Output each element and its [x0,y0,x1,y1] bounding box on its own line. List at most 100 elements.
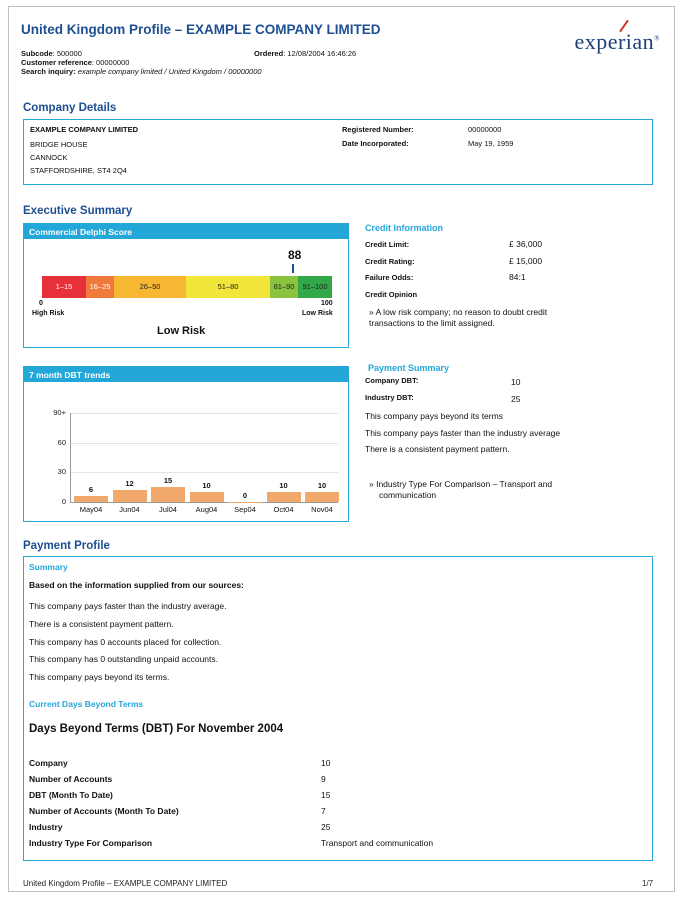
y-tick-label: 60 [57,437,66,447]
dbt-month-label: Jun04 [119,505,140,514]
dbt-row-label: Number of Accounts (Month To Date) [29,806,179,816]
credit-rating-value: £ 15,000 [509,256,543,266]
dbt-month-label: Jul04 [159,505,177,514]
company-details-title: Company Details [23,102,117,114]
credit-opinion-line-2: transactions to the limit assigned. [369,318,495,328]
scale-high-label: Low Risk [302,310,333,317]
dbt-bar-value: 15 [163,476,173,486]
dbt-bar [189,492,224,502]
registered-number-label: Registered Number: [342,125,414,134]
dbt-bar [74,496,108,502]
y-tick-label: 0 [61,497,66,506]
payment-summary-line-2: This company pays faster than the indust… [365,428,561,438]
customer-ref-label: Customer reference [21,58,92,67]
dbt-bar-value: 0 [242,490,248,500]
footer-page-number: 1/7 [642,879,654,888]
customer-ref-line: Customer reference: 00000000 [21,58,129,67]
dbt-bar-value: 6 [88,485,94,495]
search-label: Search inquiry: [21,67,76,76]
dbt-month-label: Oct04 [273,505,294,514]
dbt-month-label: May04 [79,505,103,514]
dbt-row-value: 7 [321,806,326,816]
dbt-trends-panel: 7 month DBT trends 90+ 60 30 0 6 May04 12 Jun04… [23,366,349,522]
y-axis-line [70,413,71,502]
dbt-bar-value: 10 [279,481,288,491]
company-dbt-value: 10 [511,377,521,387]
address-line-2: CANNOCK [30,153,68,162]
payment-summary-title: Payment Summary [368,363,450,373]
dbt-row-label: Number of Accounts [29,774,113,784]
dbt-row-label: Company [29,758,68,768]
date-incorporated-value: May 19, 1959 [468,139,514,148]
dbt-month-label: Sep04 [234,505,256,514]
company-details-box: EXAMPLE COMPANY LIMITED BRIDGE HOUSE CAN… [23,119,653,185]
credit-information-title: Credit Information [365,223,443,233]
delphi-score-header: Commercial Delphi Score [24,224,348,239]
dbt-bar [305,492,339,502]
y-gridline [70,502,338,503]
subcode-label: Subcode [21,49,53,58]
dbt-november-heading: Days Beyond Terms (DBT) For November 200… [29,723,284,735]
industry-type-line-2: communication [379,490,437,500]
address-line-3: STAFFORDSHIRE, ST4 2Q4 [30,166,127,175]
industry-dbt-label: Industry DBT: [365,393,414,402]
date-incorporated-label: Date Incorporated: [342,139,409,148]
y-gridline [70,472,338,474]
failure-odds-label: Failure Odds: [365,273,414,282]
risk-rating-text: Low Risk [157,325,206,337]
dbt-trends-chart: 90+ 60 30 0 6 May04 12 Jun04 15 Jul04 10 Aug04 0 Sep0… [24,367,350,523]
delphi-score-value: 88 [288,248,302,262]
payment-summary-line-3: There is a consistent payment pattern. [365,444,510,454]
score-segment: 26–50 [114,276,186,298]
y-gridline [70,442,338,444]
dbt-row-value: 25 [321,822,331,832]
score-segment: 16–25 [86,276,114,298]
dbt-bar [266,492,301,502]
company-dbt-label: Company DBT: [365,376,419,385]
report-title: United Kingdom Profile – EXAMPLE COMPANY… [21,22,381,37]
ordered-line: Ordered: 12/08/2004 16:46:26 [254,49,356,58]
score-segment: 81–90 [270,276,298,298]
dbt-row-value: 9 [321,774,326,784]
industry-type-line-1: » Industry Type For Comparison – Transpo… [369,479,553,489]
payment-profile-line-3: This company has 0 accounts placed for c… [29,637,222,647]
payment-profile-title: Payment Profile [23,540,110,552]
delphi-score-bar: 1–15 16–25 26–50 51–80 81–90 91–100 [42,276,332,298]
failure-odds-value: 84:1 [509,272,526,282]
credit-rating-label: Credit Rating: [365,257,415,266]
payment-summary-line-1: This company pays beyond its terms [365,411,503,421]
credit-limit-value: £ 36,000 [509,239,543,249]
company-name: EXAMPLE COMPANY LIMITED [30,125,139,134]
y-gridline [70,413,338,414]
dbt-bar-value: 12 [125,479,134,489]
payment-profile-line-1: This company pays faster than the indust… [29,601,227,611]
delphi-score-panel: Commercial Delphi Score 88 1–15 16–25 26–5… [23,223,349,348]
y-tick-label: 30 [57,467,66,477]
payment-profile-line-5: This company pays beyond its terms. [29,672,170,682]
dbt-bar [112,490,147,502]
dbt-bar [151,487,185,502]
logo-text: experian [574,29,655,54]
footer-title: United Kingdom Profile – EXAMPLE COMPANY… [23,879,228,888]
dbt-bar-value: 10 [202,481,211,491]
dbt-row-label: Industry [29,822,63,832]
payment-profile-line-4: This company has 0 outstanding unpaid ac… [29,654,219,664]
customer-ref-value: : 00000000 [91,58,130,67]
delphi-score-marker [292,264,294,273]
dbt-row-label: DBT (Month To Date) [29,790,113,800]
score-segment: 91–100 [298,276,332,298]
payment-profile-box: Summary Based on the information supplie… [23,556,653,861]
dbt-month-label: Nov04 [311,505,333,514]
report-page: United Kingdom Profile – EXAMPLE COMPANY… [8,6,675,892]
dbt-bar [228,501,262,502]
registered-number-value: 00000000 [468,125,502,134]
dbt-row-value: 15 [321,790,331,800]
payment-profile-summary-title: Summary [29,562,68,572]
scale-low-label: High Risk [32,310,65,317]
dbt-row-value: 10 [321,758,331,768]
logo-registered-mark: ® [654,34,660,43]
scale-high-number: 100 [321,300,333,307]
payment-profile-line-2: There is a consistent payment pattern. [29,619,174,629]
credit-opinion-line-1: » A low risk company; no reason to doubt… [369,307,548,317]
y-tick-label: 90+ [53,408,66,417]
